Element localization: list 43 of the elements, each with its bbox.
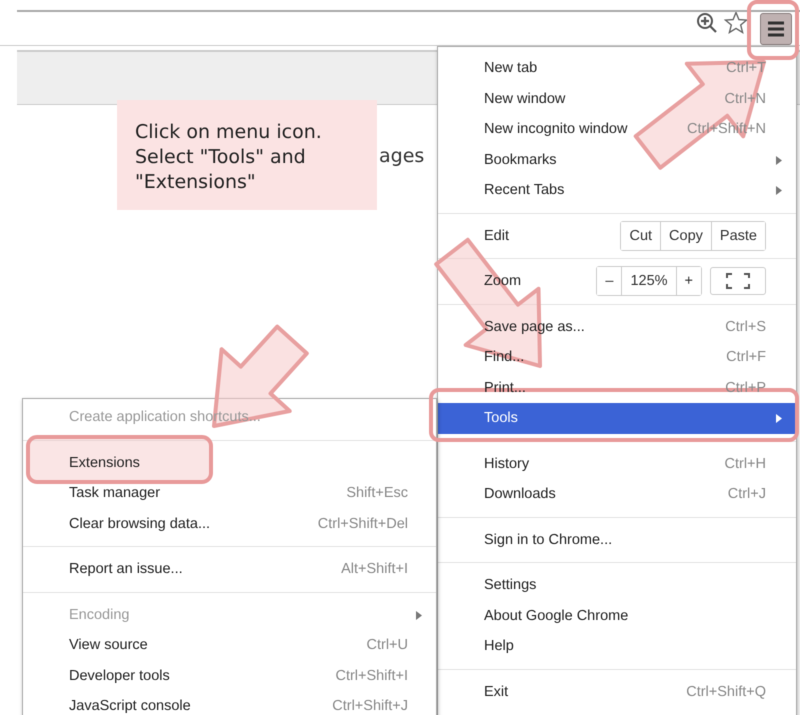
menu-item[interactable]: Task manager Shift+Esc: [23, 478, 436, 508]
shortcut-text: Ctrl+U: [366, 637, 408, 654]
menu-icon: [767, 20, 785, 36]
menu-item[interactable]: Tools: [438, 403, 796, 434]
menu-item[interactable]: Settings: [438, 570, 796, 600]
menu-label: Zoom: [484, 273, 522, 290]
menu-item[interactable]: View source Ctrl+U: [23, 630, 436, 660]
menu-item[interactable]: Extensions: [23, 448, 436, 478]
menu-item[interactable]: About Google Chrome: [438, 600, 796, 631]
shortcut-text: Ctrl+F: [726, 349, 766, 366]
menu-item[interactable]: Sign in to Chrome...: [438, 524, 796, 555]
menu-item[interactable]: Report an issue... Alt+Shift+I: [23, 554, 436, 584]
fullscreen-icon: [726, 273, 750, 290]
page-text: ages: [379, 145, 424, 167]
edit-button[interactable]: Paste: [710, 222, 765, 250]
instruction-callout: Click on menu icon. Select "Tools" and "Extensions": [117, 100, 377, 210]
shortcut-text: Ctrl+S: [725, 318, 766, 335]
menu-item[interactable]: Exit Ctrl+Shift+Q: [438, 676, 796, 707]
menu-item[interactable]: JavaScript console Ctrl+Shift+J: [23, 691, 436, 715]
shortcut-text: Shift+Esc: [346, 485, 408, 502]
menu-item[interactable]: Bookmarks: [438, 144, 796, 175]
shortcut-text: Ctrl+Shift+Del: [318, 516, 408, 532]
menu-item[interactable]: Developer tools Ctrl+Shift+I: [23, 660, 436, 691]
menu-label: Edit: [484, 228, 509, 244]
menu-item[interactable]: History Ctrl+H: [438, 448, 796, 479]
shortcut-text: Ctrl+J: [728, 486, 766, 502]
zoom-in-icon[interactable]: [696, 12, 718, 34]
highlight-frame: [747, 0, 799, 60]
shortcut-text: Ctrl+Shift+Q: [686, 684, 766, 700]
menu-item[interactable]: Clear browsing data... Ctrl+Shift+Del: [23, 508, 436, 539]
shortcut-text: Alt+Shift+I: [341, 561, 408, 578]
menu-item[interactable]: Help: [438, 631, 796, 662]
menu-item[interactable]: Downloads Ctrl+J: [438, 479, 796, 510]
menu-item[interactable]: Find... Ctrl+F: [438, 342, 796, 372]
fullscreen-button[interactable]: [710, 267, 766, 296]
menu-item[interactable]: Save page as... Ctrl+S: [438, 312, 796, 342]
shortcut-text: Ctrl+H: [724, 456, 766, 472]
shortcut-text: Ctrl+Shift+J: [332, 698, 408, 714]
zoom-in-button[interactable]: +: [676, 267, 701, 296]
menu-item[interactable]: Recent Tabs: [438, 175, 796, 206]
menu-button[interactable]: [760, 12, 792, 44]
star-icon[interactable]: [724, 10, 748, 34]
shortcut-text: Ctrl+Shift+I: [335, 668, 408, 684]
